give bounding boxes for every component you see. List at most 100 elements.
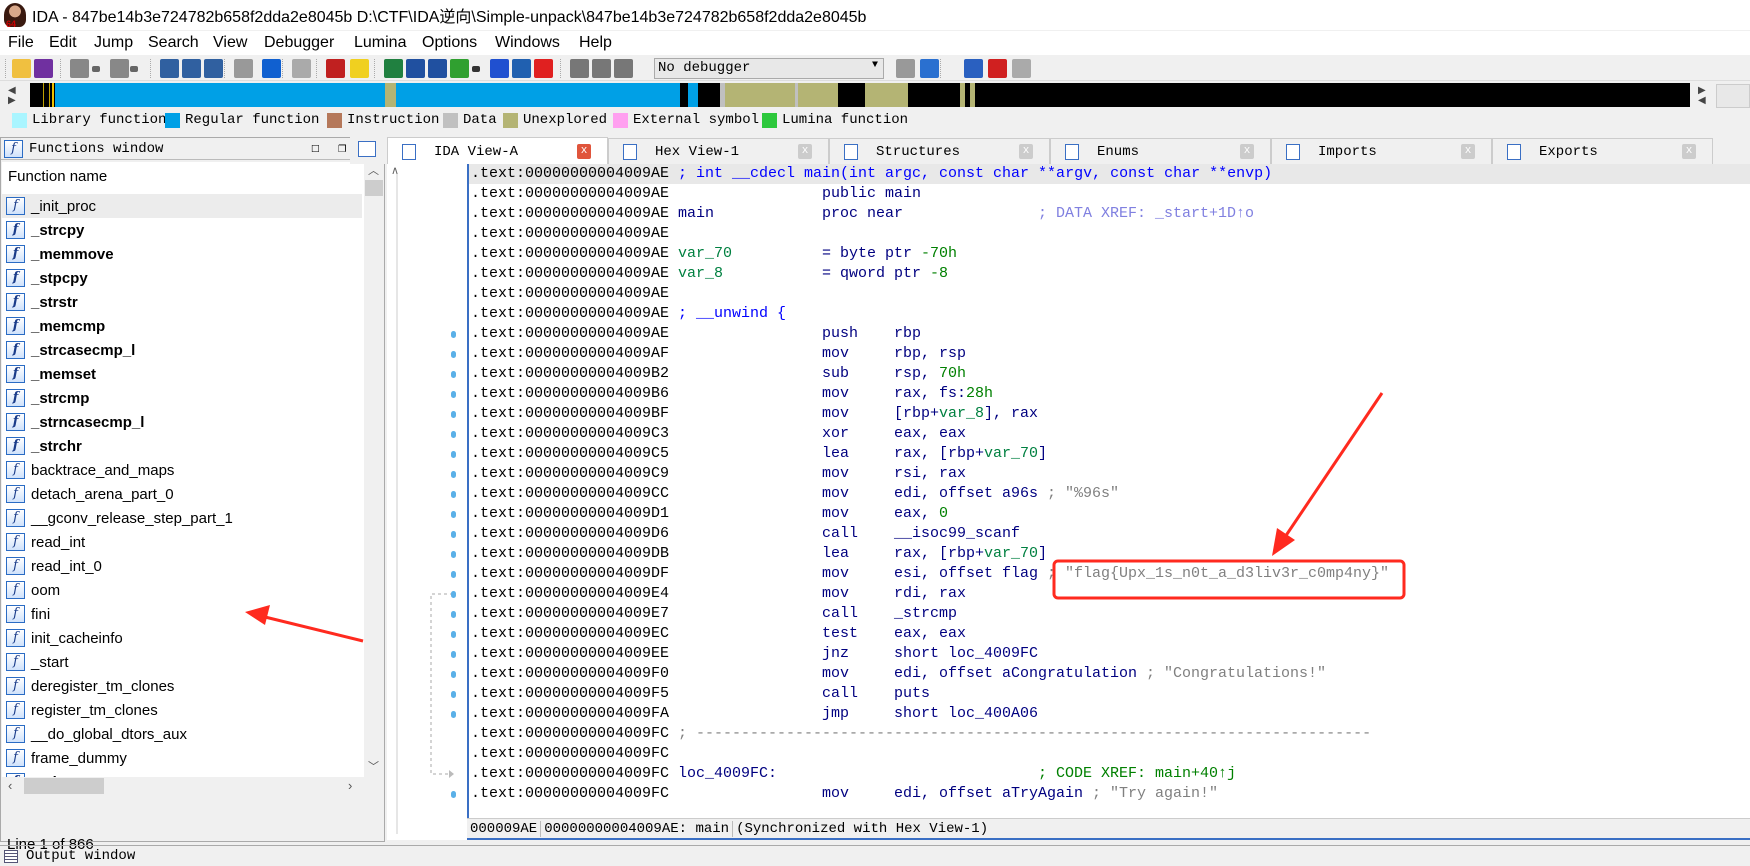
open-icon[interactable]: [12, 59, 31, 78]
disasm-line[interactable]: .text:00000000004009AF mov rbp, rsp: [469, 344, 1750, 364]
menu-edit[interactable]: Edit: [49, 34, 77, 52]
tab-hex-view-1[interactable]: Hex View-1 x: [608, 138, 829, 164]
function-list-item[interactable]: f _memcmp: [2, 314, 362, 338]
disasm-line[interactable]: .text:00000000004009AE: [469, 284, 1750, 304]
create-code-icon[interactable]: [384, 59, 403, 78]
menu-windows[interactable]: Windows: [495, 34, 560, 52]
debugger-select[interactable]: No debugger ▼: [654, 58, 884, 79]
create-struct-dropdown-icon[interactable]: [472, 66, 480, 72]
disasm-line[interactable]: .text:00000000004009DB lea rax, [rbp+ var_7…: [469, 544, 1750, 564]
disasm-line[interactable]: .text:00000000004009AE ; __unwind {: [469, 304, 1750, 324]
run-icon[interactable]: [570, 59, 589, 78]
tab-close-icon[interactable]: x: [798, 144, 812, 159]
disasm-line[interactable]: .text:00000000004009C9 mov rsi, rax: [469, 464, 1750, 484]
jump-icon[interactable]: [234, 59, 253, 78]
column-header-function-name[interactable]: Function name: [8, 168, 107, 185]
disasm-line[interactable]: .text:00000000004009AE: [469, 224, 1750, 244]
lock-icon[interactable]: [292, 59, 311, 78]
maximize-icon[interactable]: ☐: [311, 140, 319, 157]
function-list-item[interactable]: f oom: [2, 578, 362, 602]
nav-segment[interactable]: [970, 83, 975, 107]
tab-close-icon[interactable]: x: [1461, 144, 1475, 159]
function-list-item[interactable]: f deregister_tm_clones: [2, 674, 362, 698]
navigation-strip[interactable]: [30, 83, 1690, 107]
disasm-line[interactable]: .text:00000000004009E4 mov rdi, rax: [469, 584, 1750, 604]
scroll-down-icon[interactable]: ﹀: [368, 758, 379, 774]
scroll-left-icon[interactable]: ‹: [8, 778, 12, 793]
nav-segment[interactable]: [688, 83, 698, 107]
tab-close-icon[interactable]: x: [1019, 144, 1033, 159]
disasm-line[interactable]: .text:00000000004009BF mov [rbp+ var_8], ra…: [469, 404, 1750, 424]
disasm-line[interactable]: .text:00000000004009F5 call puts: [469, 684, 1750, 704]
pause-icon[interactable]: [592, 59, 611, 78]
bulb-icon[interactable]: [350, 59, 369, 78]
nav-segment[interactable]: [52, 83, 54, 107]
create-data-icon[interactable]: [406, 59, 425, 78]
save-icon[interactable]: [34, 59, 53, 78]
xref-comment[interactable]: ; DATA XREF: _start+1D↑o: [1038, 204, 1254, 224]
function-list-item[interactable]: f _strncasecmp_l: [2, 410, 362, 434]
function-list-item[interactable]: f _strcasecmp_l: [2, 338, 362, 362]
create-string-icon[interactable]: [428, 59, 447, 78]
nav-segment[interactable]: [725, 83, 795, 107]
function-list-item[interactable]: f _stpcpy: [2, 266, 362, 290]
function-list-item[interactable]: f _strcmp: [2, 386, 362, 410]
nav-segment[interactable]: [865, 83, 908, 107]
disasm-line[interactable]: .text:00000000004009CC mov edi, offset a96…: [469, 484, 1750, 504]
back-dropdown-icon[interactable]: [92, 66, 100, 72]
function-list[interactable]: Function name f _init_proc f _strcpy f _memmo…: [2, 162, 384, 795]
disasm-line[interactable]: .text:00000000004009DF mov esi, offset fla…: [469, 564, 1750, 584]
search-binary-icon[interactable]: [160, 59, 179, 78]
disasm-line[interactable]: .text:00000000004009AE var_70 = byte ptr -…: [469, 244, 1750, 264]
disasm-line[interactable]: .text:00000000004009D6 call __isoc99_scanf: [469, 524, 1750, 544]
restore-icon[interactable]: ❐: [338, 140, 346, 157]
function-list-item[interactable]: f fini: [2, 602, 362, 626]
nav-zoom-arrows-icon[interactable]: ▶ ◀: [1698, 86, 1706, 106]
tab-structures[interactable]: Structures x: [829, 138, 1050, 164]
delete-breakpoint-icon[interactable]: [1012, 59, 1031, 78]
menu-file[interactable]: File: [8, 34, 34, 52]
menu-debugger[interactable]: Debugger: [264, 34, 334, 52]
nav-segment[interactable]: [960, 83, 965, 107]
scroll-right-icon[interactable]: ›: [348, 778, 352, 793]
function-list-item[interactable]: f _strchr: [2, 434, 362, 458]
disasm-line[interactable]: .text:00000000004009B6 mov rax, fs: 28h: [469, 384, 1750, 404]
tab-close-icon[interactable]: x: [1240, 144, 1254, 159]
disasm-line[interactable]: .text:00000000004009AE public main: [469, 184, 1750, 204]
nav-arrows-icon[interactable]: ◀ ▶: [8, 86, 16, 106]
forward-dropdown-icon[interactable]: [130, 66, 138, 72]
disasm-line[interactable]: .text:00000000004009C5 lea rax, [rbp+ var_7…: [469, 444, 1750, 464]
menu-view[interactable]: View: [213, 34, 247, 52]
menu-lumina[interactable]: Lumina: [354, 34, 406, 52]
function-list-item[interactable]: f _start: [2, 650, 362, 674]
vertical-scrollbar[interactable]: ︿ ﹀: [364, 162, 384, 777]
function-list-item[interactable]: f _memmove: [2, 242, 362, 266]
disasm-line[interactable]: .text:00000000004009E7 call _strcmp: [469, 604, 1750, 624]
step-over-icon[interactable]: [920, 59, 939, 78]
create-struct-icon[interactable]: [450, 59, 469, 78]
nav-segment[interactable]: [49, 83, 50, 107]
disasm-line[interactable]: .text:00000000004009FC ; ----------------…: [469, 724, 1750, 744]
function-list-item[interactable]: f detach_arena_part_0: [2, 482, 362, 506]
forward-icon[interactable]: [110, 59, 129, 78]
menu-jump[interactable]: Jump: [94, 34, 133, 52]
nav-band-scroll[interactable]: [1716, 84, 1750, 108]
function-list-item[interactable]: f _strcpy: [2, 218, 362, 242]
tab-ida-view-a[interactable]: IDA View-A x: [387, 137, 608, 165]
function-list-item[interactable]: f __do_global_dtors_aux: [2, 722, 362, 746]
rename-icon[interactable]: [512, 59, 531, 78]
nav-segment[interactable]: [396, 83, 680, 107]
disasm-line[interactable]: .text:00000000004009FC: [469, 744, 1750, 764]
disasm-line[interactable]: .text:00000000004009F0 mov edi, offset aCo…: [469, 664, 1750, 684]
search-immediate-icon[interactable]: [204, 59, 223, 78]
enum-icon[interactable]: [490, 59, 509, 78]
disasm-line[interactable]: .text:00000000004009EC test eax, eax: [469, 624, 1750, 644]
scroll-up-icon[interactable]: ︿: [368, 162, 379, 178]
function-list-item[interactable]: f init_cacheinfo: [2, 626, 362, 650]
down-arrow-icon[interactable]: [262, 59, 281, 78]
menu-search[interactable]: Search: [148, 34, 199, 52]
function-list-item[interactable]: f backtrace_and_maps: [2, 458, 362, 482]
disasm-line[interactable]: .text:00000000004009EE jnz short loc_4009F…: [469, 644, 1750, 664]
error-icon[interactable]: [326, 59, 345, 78]
menu-options[interactable]: Options: [422, 34, 477, 52]
